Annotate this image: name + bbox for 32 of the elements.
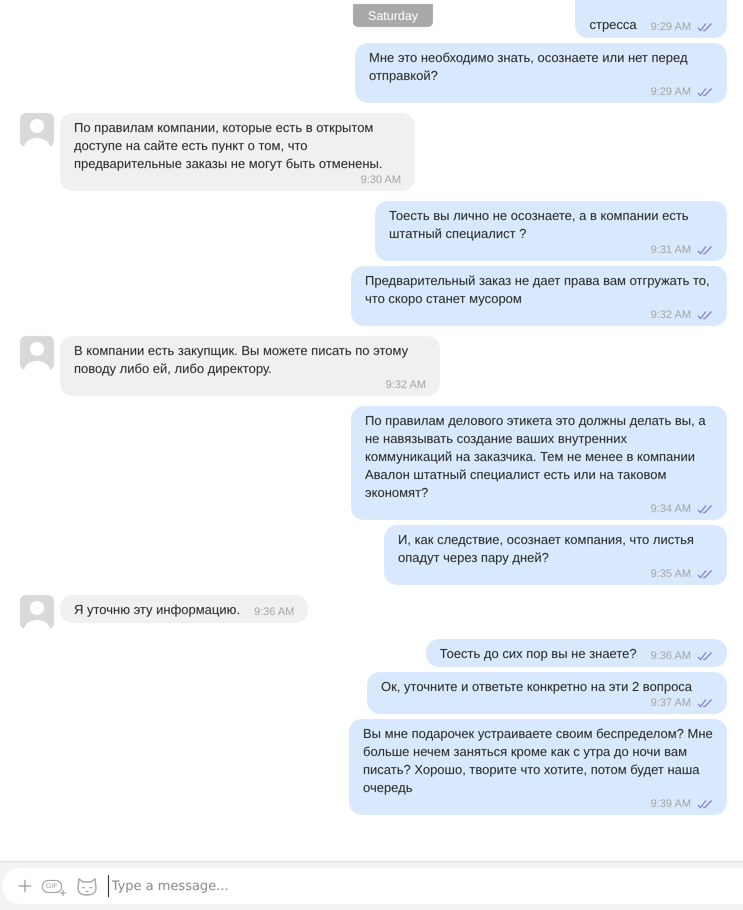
message-text: Тоесть до сих пор вы не знаете? — [440, 645, 637, 663]
date-pill: Saturday — [353, 4, 433, 27]
message-time: 9:39 AM — [650, 797, 691, 811]
message-time: 9:29 AM — [650, 20, 691, 34]
message-text: По правилам компании, которые есть в открытом доступе на сайте есть пункт о том, что предварительные заказы не могут быть отменены. — [74, 119, 384, 173]
avatar-icon — [20, 595, 54, 629]
message-time: 9:31 AM — [650, 243, 691, 257]
message-text: Вы мне подарочек устраиваете своим беспределом? Мне больше нечем заняться кроме как с утра до ночи вам писать? Хорошо, творите что хотите, потом будет наша очередь — [363, 725, 713, 797]
message-text: стресса — [589, 16, 637, 34]
message-text: В компании есть закупщик. Вы можете писать по этому поводу либо ей, либо директору. — [74, 342, 410, 378]
message-text: Ок, уточните и ответьте конкретно на эти 2 вопроса — [381, 678, 692, 696]
message-text: И, как следствие, осознает компания, что листья опадут через пару дней? — [398, 531, 695, 567]
message-input[interactable]: Type a message... — [108, 875, 743, 897]
message-time: 9:37 AM — [650, 696, 691, 710]
message-text: Предварительный заказ не дает права вам отгружать то, что скоро станет мусором — [365, 272, 711, 308]
avatar-icon — [20, 336, 54, 370]
message-text: Тоесть вы лично не осознаете, а в компании есть штатный специалист ? — [389, 207, 690, 243]
message-time: 9:29 AM — [650, 85, 691, 99]
plus-icon[interactable] — [18, 879, 32, 893]
message-time: 9:32 AM — [650, 308, 691, 322]
avatar-icon — [20, 113, 54, 147]
message-time: 9:35 AM — [650, 567, 691, 581]
message-time: 9:36 AM — [254, 605, 294, 619]
small-plus-icon — [60, 890, 66, 896]
message-time: 9:32 AM — [386, 378, 426, 392]
cat-face-icon[interactable] — [76, 876, 98, 896]
message-text: Я уточню эту информацию. — [74, 601, 240, 619]
message-time: 9:30 AM — [360, 173, 401, 187]
message-text: По правилам делового этикета это должны делать вы, а не навязывать создание ваших внутренних коммуникаций на заказчика. Тем не менее в компании Авалон штатный специалист есть или на таковом экономят? — [365, 412, 707, 502]
message-text: Мне это необходимо знать, осознаете или нет перед отправкой? — [369, 49, 689, 85]
message-time: 9:34 AM — [650, 502, 691, 516]
message-time: 9:36 AM — [650, 649, 691, 663]
